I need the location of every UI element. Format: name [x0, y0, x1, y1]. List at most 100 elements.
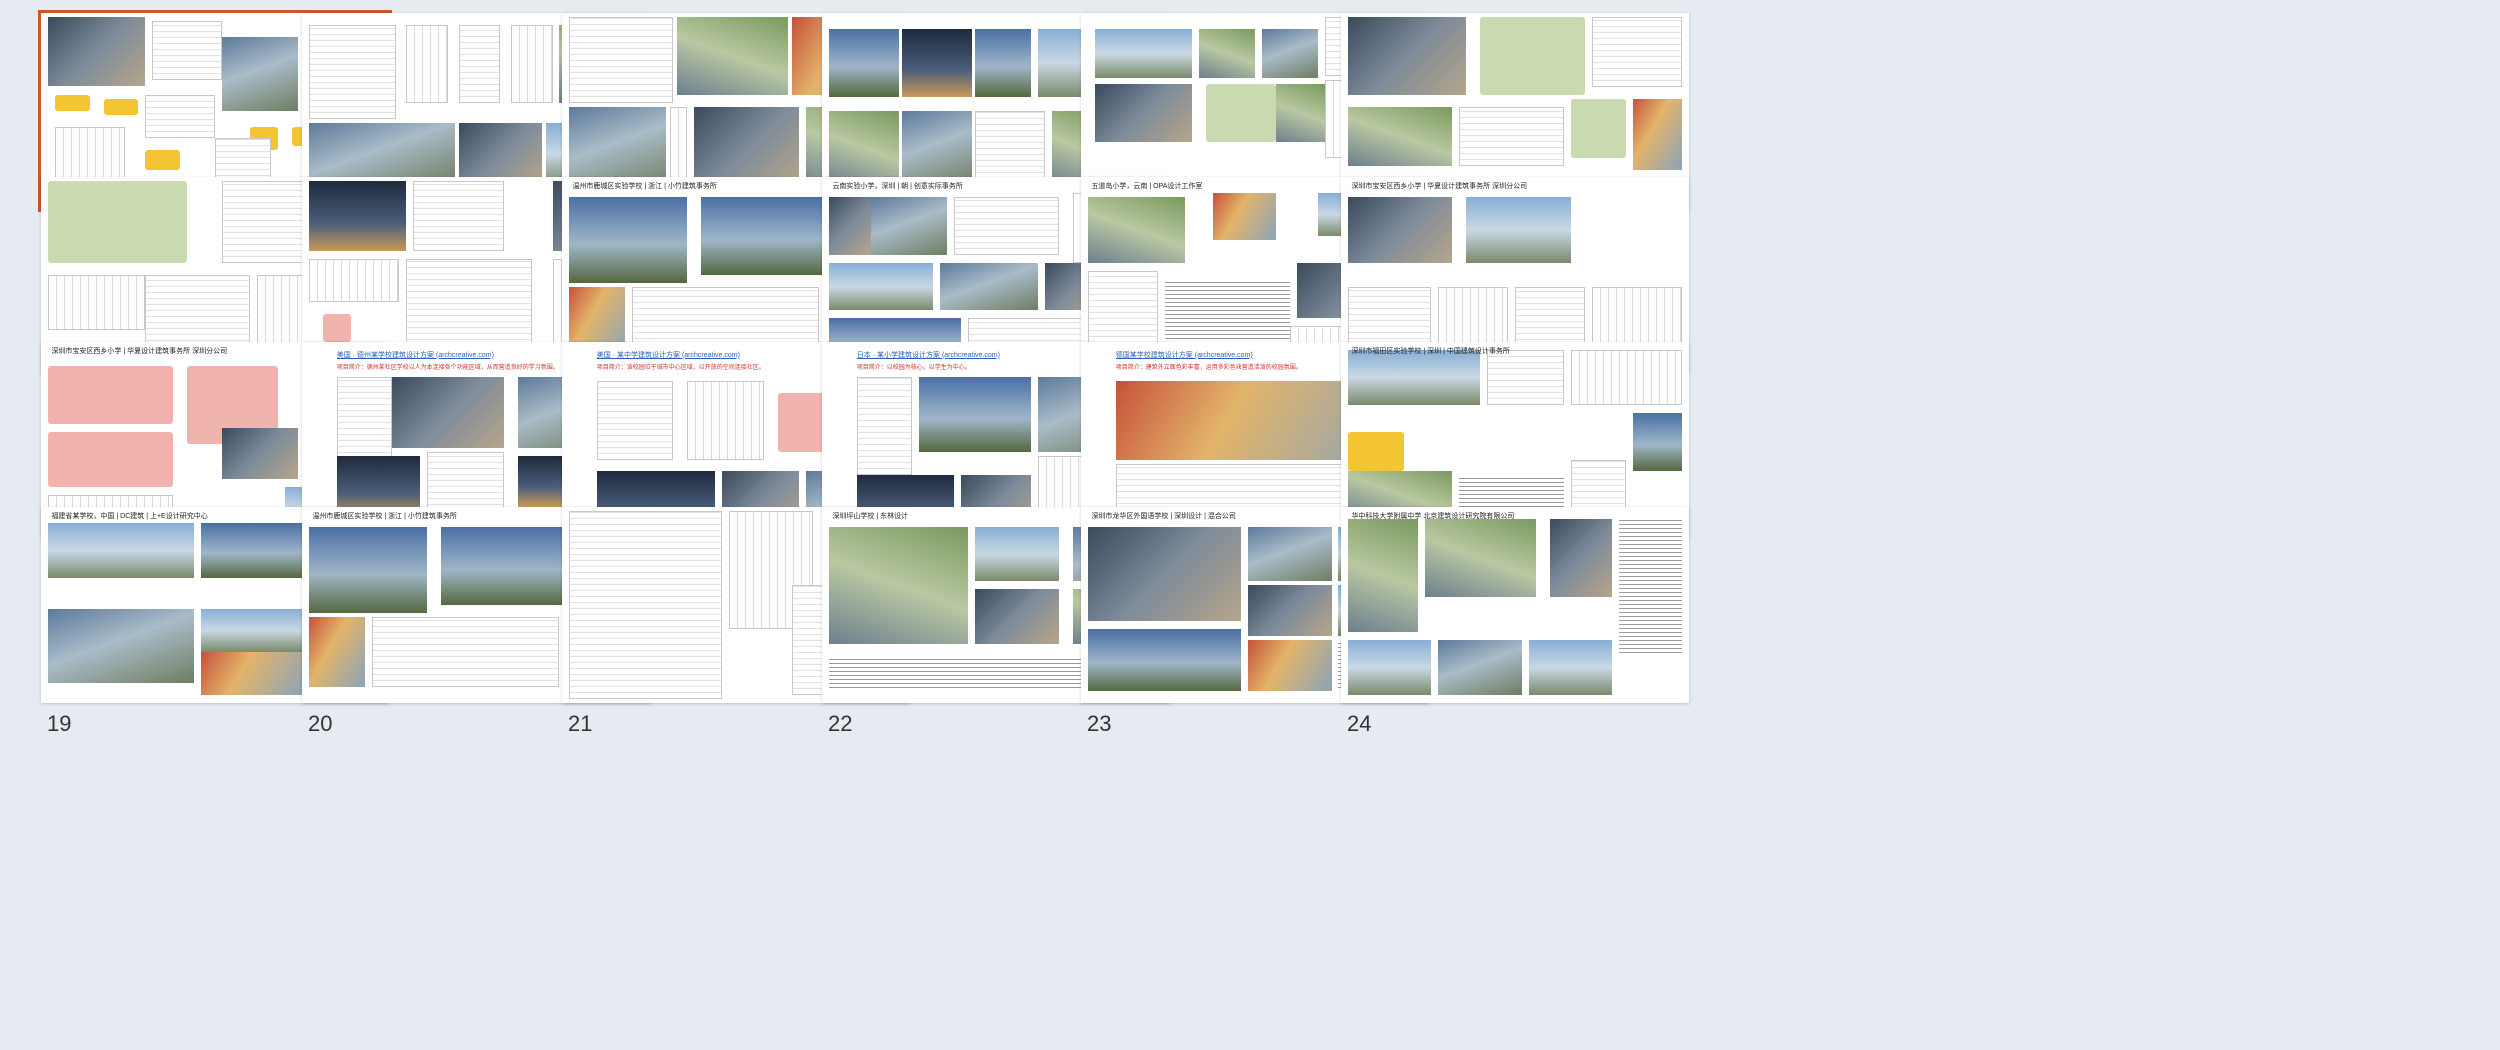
slide-photo — [308, 180, 407, 252]
slide-photo — [1094, 28, 1193, 78]
slide-drawing — [47, 365, 174, 425]
slide-drawing — [406, 24, 449, 104]
slide-drawing — [1487, 349, 1564, 405]
slide-photo — [221, 428, 299, 480]
slide-drawing — [308, 24, 396, 119]
slide-photo — [1213, 192, 1276, 240]
slide-photo — [828, 196, 871, 256]
slide-photo — [201, 652, 306, 696]
slide-drawing — [1438, 286, 1509, 346]
slide-photo — [1466, 196, 1571, 264]
slide-drawing — [1347, 432, 1404, 472]
slide-drawing — [47, 180, 188, 264]
slide-photo — [1199, 28, 1255, 78]
slide-photo — [940, 263, 1038, 311]
slide-photo — [568, 196, 688, 283]
slide-photo — [975, 28, 1031, 98]
slide-photo — [47, 16, 146, 86]
slide-drawing — [1591, 286, 1682, 346]
slide-photo — [308, 526, 428, 613]
slide-photo — [1549, 518, 1613, 598]
slide-photo — [1347, 16, 1467, 96]
slide-text-block — [1619, 518, 1682, 656]
slide-photo — [1438, 640, 1522, 696]
slide-drawing — [596, 381, 674, 460]
slide-photo — [902, 28, 972, 98]
slide-photo — [1087, 628, 1242, 692]
slide-photo — [221, 36, 299, 111]
slide-photo — [828, 111, 899, 186]
slide-drawing — [152, 20, 222, 80]
slide-number: 24 — [1347, 711, 1372, 736]
slide-drawing — [308, 259, 400, 303]
slide-photo — [1248, 585, 1332, 637]
slide-photo — [308, 616, 365, 688]
slide-photo — [919, 377, 1031, 452]
slide-photo — [1347, 518, 1418, 633]
slide-title: 华中科技大学附属中学 北京建筑设计研究院有限公司 — [1351, 512, 1515, 520]
slide-photo — [828, 28, 899, 98]
slide-photo — [1528, 640, 1613, 696]
slide-photo — [392, 377, 504, 448]
slide-drawing — [687, 381, 764, 460]
slide-drawing — [47, 432, 174, 488]
slide-drawing — [1570, 99, 1627, 159]
slide-source-link[interactable]: 德国某学校建筑设计方案 (archcreative.com) — [1116, 350, 1253, 360]
slide-drawing — [1570, 349, 1682, 405]
slide-drawing — [214, 138, 271, 182]
slide-title: 深圳市福田区实验学校 | 深圳 | 中国建筑设计事务所 — [1351, 347, 1510, 355]
slide-photo — [1094, 83, 1193, 143]
slide-photo — [828, 263, 934, 311]
slide-drawing — [1206, 83, 1276, 143]
slide-sorter-view: ● 深圳·万科第二生态学校，青少年 | 光控 | 深圳市建筑设计研究院，英华 (… — [0, 0, 2500, 1050]
slide-photo — [1424, 518, 1536, 598]
slide-drawing — [975, 111, 1045, 186]
slide-source-link[interactable]: 美国 · 某中学建筑设计方案 (archcreative.com) — [597, 350, 740, 360]
slide-photo — [975, 589, 1059, 645]
slide-drawing — [406, 259, 532, 346]
slide-photo — [1633, 99, 1682, 170]
slide-photo — [1347, 349, 1481, 405]
slide-drawing — [856, 377, 913, 476]
slide-photo — [1347, 640, 1432, 696]
slide-drawing — [954, 196, 1059, 256]
slide-photo — [701, 196, 827, 275]
slide-photo — [201, 522, 306, 578]
slide-drawing — [371, 616, 560, 688]
slide-drawing — [1514, 286, 1585, 346]
slide-drawing — [103, 99, 139, 115]
slide-photo — [1347, 107, 1453, 166]
slide-title: 深圳市宝安区西乡小学 | 华夏设计建筑事务所 深圳分公司 — [1351, 182, 1528, 190]
slide-text-block — [1164, 278, 1290, 346]
slide-photo — [902, 111, 972, 186]
slide-photo — [1633, 412, 1682, 472]
slide-photo — [1261, 28, 1318, 78]
slide-drawing — [1480, 16, 1585, 96]
slide-photo — [1087, 526, 1242, 621]
slide-photo — [975, 526, 1059, 582]
slide-photo — [1275, 83, 1325, 143]
slide-drawing — [322, 314, 351, 342]
slide-drawing — [54, 95, 90, 111]
slide-drawing — [47, 275, 146, 330]
slide-photo — [676, 16, 789, 96]
slide-drawing — [1591, 16, 1682, 88]
slide-number: 23 — [1087, 711, 1112, 736]
slide-drawing — [1459, 107, 1564, 166]
slide-photo — [441, 526, 567, 605]
slide-photo — [870, 196, 948, 256]
slide-source-link[interactable]: 日本 · 某小学建筑设计方案 (archcreative.com) — [857, 350, 1000, 360]
slide-drawing — [427, 451, 504, 511]
slide-photo — [201, 608, 306, 653]
slide-photo — [1347, 196, 1453, 264]
slide-number: 22 — [828, 711, 853, 736]
slide-number: 19 — [47, 711, 72, 736]
slide-drawing — [145, 150, 181, 170]
slide-photo — [1248, 640, 1332, 692]
slide-thumbnail[interactable]: 华中科技大学附属中学 北京建筑设计研究院有限公司 — [1341, 507, 1689, 703]
slide-drawing — [568, 510, 723, 700]
slide-source-link[interactable]: 美国 · 德州某学校建筑设计方案 (archcreative.com) — [337, 350, 494, 360]
slide-drawing — [145, 95, 215, 139]
slide-drawing — [458, 24, 501, 104]
slide-photo — [1087, 196, 1186, 264]
